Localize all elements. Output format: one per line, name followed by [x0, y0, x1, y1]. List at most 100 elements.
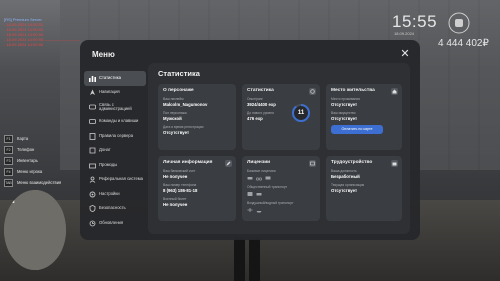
field-value: Не получен [163, 202, 188, 207]
level-number: 11 [297, 110, 305, 116]
sidebar-item-label: Реферальная система [99, 176, 144, 182]
key-badge: F3 [4, 156, 13, 165]
settings-icon [88, 190, 96, 198]
chat-icon [88, 103, 96, 111]
field-label: Ваш банковский счет [163, 169, 196, 173]
card-employment: Трудоустройство Ваша должность Безработн… [326, 156, 402, 221]
sidebar-item-label: Связь с администрацией [99, 101, 132, 112]
field-value: Безработный [331, 174, 360, 179]
key-badge: F1 [4, 134, 13, 143]
field-value: Отсутствует [331, 188, 358, 193]
donate-icon [88, 147, 96, 155]
card-title: Место жительства [331, 88, 375, 93]
field-value: Отсутствует [331, 102, 358, 107]
sidebar-item-promo[interactable]: Промоды [84, 158, 146, 173]
field-label: Ваш имущество [331, 111, 356, 115]
sidebar-item-label: Навигация [99, 89, 120, 95]
sidebar-item-label: Команды и клавиши [99, 118, 139, 124]
plane-license-icon [247, 207, 253, 213]
field-label: Военный билет [163, 197, 187, 201]
close-icon[interactable]: ✕ [400, 49, 410, 60]
sidebar-item-rules[interactable]: Правила сервера [84, 129, 146, 144]
sidebar-item-security[interactable]: Безопасность [84, 202, 146, 217]
sidebar-item-updates[interactable]: Обновления [84, 216, 146, 231]
keyboard-icon [88, 118, 96, 126]
sidebar-item-navigation[interactable]: Навигация [84, 86, 146, 101]
quick-item-label: Меню игрока [17, 169, 43, 174]
car-license-icon [247, 175, 253, 181]
chat-line: - 18.09.2024 14:00:56 [4, 42, 44, 47]
sidebar-item-referral[interactable]: Реферальная система [84, 173, 146, 188]
menu-sidebar: Статистика Навигация Связь с администрац… [84, 71, 146, 231]
field-label: Ваша должность [331, 169, 357, 173]
field-label: Текущая организация [331, 183, 365, 187]
field-value: Отсутствует [163, 130, 190, 135]
field-label: Ваш номер телефона [163, 183, 197, 187]
level-ring: 11 [291, 103, 311, 123]
quick-item-label: Меню взаимодействия [17, 180, 62, 185]
card-about: О персонаже Ваш никнейм Malcolm_Nagumono… [158, 84, 236, 150]
sidebar-item-commands[interactable]: Команды и клавиши [84, 115, 146, 130]
compass-north: N [4, 190, 66, 270]
referral-icon [88, 176, 96, 184]
card-title: О персонаже [163, 88, 194, 93]
license-icon[interactable] [309, 160, 316, 167]
quick-item-label: Инвентарь [17, 158, 38, 163]
field-label: Пол персонажа [163, 111, 187, 115]
quick-item-interaction-menu[interactable]: TAB Меню взаимодействия [4, 177, 61, 188]
pay-button[interactable]: Оплатить по карте [331, 125, 383, 134]
sidebar-item-label: Безопасность [99, 205, 126, 211]
key-badge: TAB [4, 178, 13, 187]
field-label: Базовые лицензии [247, 169, 276, 173]
stats-card-icon[interactable] [309, 88, 316, 95]
field-label: Воздушный/водный транспорт [247, 201, 294, 205]
field-value: Malcolm_Nagumonov [163, 102, 208, 107]
hud-date: 18.09.2024 [394, 31, 415, 36]
updates-icon [88, 219, 96, 227]
field-value: 8 (963) 186-81-18 [163, 188, 198, 193]
transport-license-icons [247, 191, 315, 197]
taxi-license-icon [256, 191, 262, 197]
field-label: Место проживания [331, 97, 360, 101]
menu-title: Меню [92, 50, 115, 59]
sidebar-item-label: Настройки [99, 190, 120, 196]
card-statistics: Статистика Опыт/ранг 3924/4400 exp До но… [242, 84, 320, 150]
field-value: Мужской [163, 116, 182, 121]
edit-icon[interactable] [225, 160, 232, 167]
quick-item-map[interactable]: F1 Карта [4, 133, 61, 144]
sidebar-item-admin-contact[interactable]: Связь с администрацией [84, 100, 146, 115]
card-title: Лицензии [247, 160, 271, 165]
field-label: Опыт/ранг [247, 97, 263, 101]
fist-icon [448, 12, 470, 34]
moto-license-icon [256, 175, 262, 181]
chat-log: [RS] Premium Server - 18.09.2024 14:00:5… [4, 17, 80, 47]
sidebar-item-label: Обновления [99, 219, 124, 225]
quick-item-label: Телефон [17, 147, 35, 152]
quick-item-player-menu[interactable]: F4 Меню игрока [4, 166, 61, 177]
promo-icon [88, 161, 96, 169]
sidebar-item-donate[interactable]: Донат [84, 144, 146, 159]
home-icon[interactable] [391, 88, 398, 95]
menu-window: Меню ✕ Статистика Навигация Связь с адми… [80, 40, 420, 240]
sidebar-item-statistics[interactable]: Статистика [84, 71, 146, 86]
sidebar-item-label: Донат [99, 147, 111, 153]
quick-menu: F1 Карта F2 Телефон F3 Инвентарь F4 Меню игр… [4, 133, 61, 188]
quick-item-inventory[interactable]: F3 Инвентарь [4, 155, 61, 166]
statistics-panel: Статистика О персонаже Ваш никнейм Malco… [148, 63, 410, 234]
field-label: Ваш никнейм [163, 97, 184, 101]
navigation-icon [88, 89, 96, 97]
sidebar-item-label: Статистика [99, 74, 121, 80]
quick-item-phone[interactable]: F2 Телефон [4, 144, 61, 155]
stats-icon [88, 74, 96, 82]
card-title: Трудоустройство [331, 160, 373, 165]
field-label: Дата и время регистрации [163, 125, 204, 129]
security-icon [88, 205, 96, 213]
truck-license-icon [265, 175, 271, 181]
air-license-icons [247, 207, 315, 213]
bus-license-icon [247, 191, 253, 197]
field-value: Отсутствует [331, 116, 358, 121]
field-label: Общественный транспорт [247, 185, 287, 189]
card-licenses: Лицензии Базовые лицензии Общественный т… [242, 156, 320, 221]
sidebar-item-settings[interactable]: Настройки [84, 187, 146, 202]
briefcase-icon[interactable] [391, 160, 398, 167]
